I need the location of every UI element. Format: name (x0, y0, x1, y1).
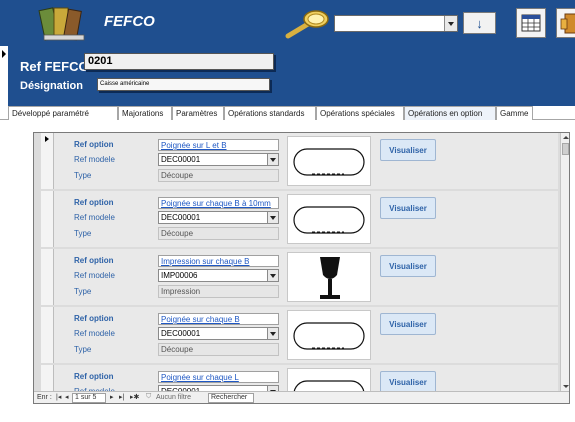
table-icon (521, 14, 541, 32)
magnifier-icon[interactable] (284, 8, 332, 40)
filter-status[interactable]: Aucun filtre (156, 394, 191, 401)
ref-modele-combo[interactable]: DEC00001 (158, 211, 279, 224)
tab-parametres[interactable]: Paramètres (172, 106, 224, 120)
record-position-field[interactable]: 1 sur 5 (72, 393, 106, 403)
option-record: Ref option Ref modele Type Poignée sur L… (41, 133, 558, 189)
option-record: Ref option Ref modele Type Impression su… (41, 249, 558, 305)
record-selector[interactable] (41, 249, 54, 305)
ref-modele-label: Ref modele (74, 329, 115, 338)
ref-modele-label: Ref modele (74, 155, 115, 164)
ref-modele-value: DEC00001 (161, 329, 201, 338)
option-record: Ref option Ref modele Type Poignée sur c… (41, 191, 558, 247)
ref-option-link[interactable]: Poignée sur chaque B à 10mm (158, 197, 279, 209)
tab-operations-standards[interactable]: Opérations standards (224, 106, 316, 120)
ref-option-link[interactable]: Poignée sur chaque B (158, 313, 279, 325)
record-prefix-label: Enr : (37, 394, 52, 401)
previous-record-icon[interactable]: ◂ (65, 393, 69, 401)
current-record-icon (45, 136, 49, 142)
type-field: Impression (158, 285, 279, 298)
type-label: Type (74, 171, 92, 180)
visualiser-button[interactable]: Visualiser (380, 139, 436, 161)
ref-modele-combo[interactable]: IMP00006 (158, 269, 279, 282)
type-field: Découpe (158, 227, 279, 240)
ref-option-label: Ref option (74, 256, 114, 265)
tab-majorations[interactable]: Majorations (118, 106, 172, 120)
designation-label: Désignation (20, 80, 83, 92)
handle-cutout-icon (293, 148, 365, 176)
record-navigation-bar: Enr : |◂ ◂ 1 sur 5 ▸ ▸| ▸✱ ⛉ Aucun filtr… (34, 391, 569, 403)
last-record-icon[interactable]: ▸| (119, 393, 124, 401)
visualiser-button[interactable]: Visualiser (380, 255, 436, 277)
model-preview (287, 252, 371, 302)
ref-fefco-field[interactable]: 0201 (84, 53, 274, 70)
first-record-icon[interactable]: |◂ (56, 393, 61, 401)
exit-door-button[interactable] (556, 8, 575, 38)
main-record-selector[interactable] (0, 46, 8, 422)
tab-operations-speciales[interactable]: Opérations spéciales (316, 106, 404, 120)
subform-scrollbar[interactable] (560, 133, 569, 391)
ref-option-label: Ref option (74, 314, 114, 323)
ref-option-link[interactable]: Impression sur chaque B (158, 255, 279, 267)
door-icon (560, 13, 575, 34)
chevron-down-icon[interactable] (267, 212, 278, 223)
type-label: Type (74, 345, 92, 354)
designation-field[interactable]: Caisse américaine (97, 78, 270, 91)
scroll-thumb[interactable] (562, 143, 569, 155)
tab-gamme[interactable]: Gamme (496, 106, 533, 120)
type-label: Type (74, 229, 92, 238)
books-logo-icon (38, 7, 85, 41)
access-form-window: FEFCO ↓ Ref FEFCO 0201 Désignation Caiss… (0, 0, 575, 422)
type-field: Découpe (158, 169, 279, 182)
visualiser-button[interactable]: Visualiser (380, 197, 436, 219)
chevron-down-icon[interactable] (444, 16, 457, 31)
next-record-icon[interactable]: ▸ (110, 393, 114, 401)
grid-view-button[interactable] (516, 8, 546, 38)
handle-cutout-icon (293, 322, 365, 350)
model-preview (287, 194, 371, 244)
visualiser-button[interactable]: Visualiser (380, 313, 436, 335)
record-selector[interactable] (41, 191, 54, 247)
ref-modele-value: DEC00001 (161, 155, 201, 164)
ref-fefco-label: Ref FEFCO (20, 59, 89, 74)
type-label: Type (74, 287, 92, 296)
ref-option-label: Ref option (74, 198, 114, 207)
model-preview (287, 310, 371, 360)
scroll-up-icon[interactable] (561, 133, 569, 142)
ref-modele-combo[interactable]: DEC00001 (158, 153, 279, 166)
current-record-icon (2, 50, 6, 58)
search-field[interactable]: Rechercher (208, 393, 254, 403)
ref-modele-label: Ref modele (74, 271, 115, 280)
ref-option-link[interactable]: Poignée sur L et B (158, 139, 279, 151)
scroll-down-icon[interactable] (561, 382, 569, 391)
header-search-combo[interactable] (334, 15, 458, 32)
record-selector[interactable] (41, 307, 54, 363)
ref-modele-value: DEC00001 (161, 213, 201, 222)
new-record-icon[interactable]: ▸✱ (130, 393, 139, 401)
handle-cutout-icon (293, 206, 365, 234)
options-subform: Ref option Ref modele Type Poignée sur L… (33, 132, 570, 404)
download-button[interactable]: ↓ (463, 12, 496, 34)
ref-option-link[interactable]: Poignée sur chaque L (158, 371, 279, 383)
ref-modele-value: IMP00006 (161, 271, 198, 280)
chevron-down-icon[interactable] (267, 154, 278, 165)
visualiser-button[interactable]: Visualiser (380, 371, 436, 393)
record-selector[interactable] (41, 133, 54, 189)
chevron-down-icon[interactable] (267, 270, 278, 281)
app-title: FEFCO (104, 13, 155, 30)
tab-developpe-parametre[interactable]: Développé paramétré (8, 106, 118, 120)
type-field: Découpe (158, 343, 279, 356)
ref-modele-label: Ref modele (74, 213, 115, 222)
fragile-glass-icon (320, 257, 340, 299)
option-record: Ref option Ref modele Type Poignée sur c… (41, 307, 558, 363)
filter-icon: ⛉ (146, 393, 152, 400)
ref-option-label: Ref option (74, 140, 114, 149)
tab-operations-en-option[interactable]: Opérations en option (404, 106, 496, 120)
ref-modele-combo[interactable]: DEC00001 (158, 327, 279, 340)
ref-option-label: Ref option (74, 372, 114, 381)
chevron-down-icon[interactable] (267, 328, 278, 339)
model-preview (287, 136, 371, 186)
